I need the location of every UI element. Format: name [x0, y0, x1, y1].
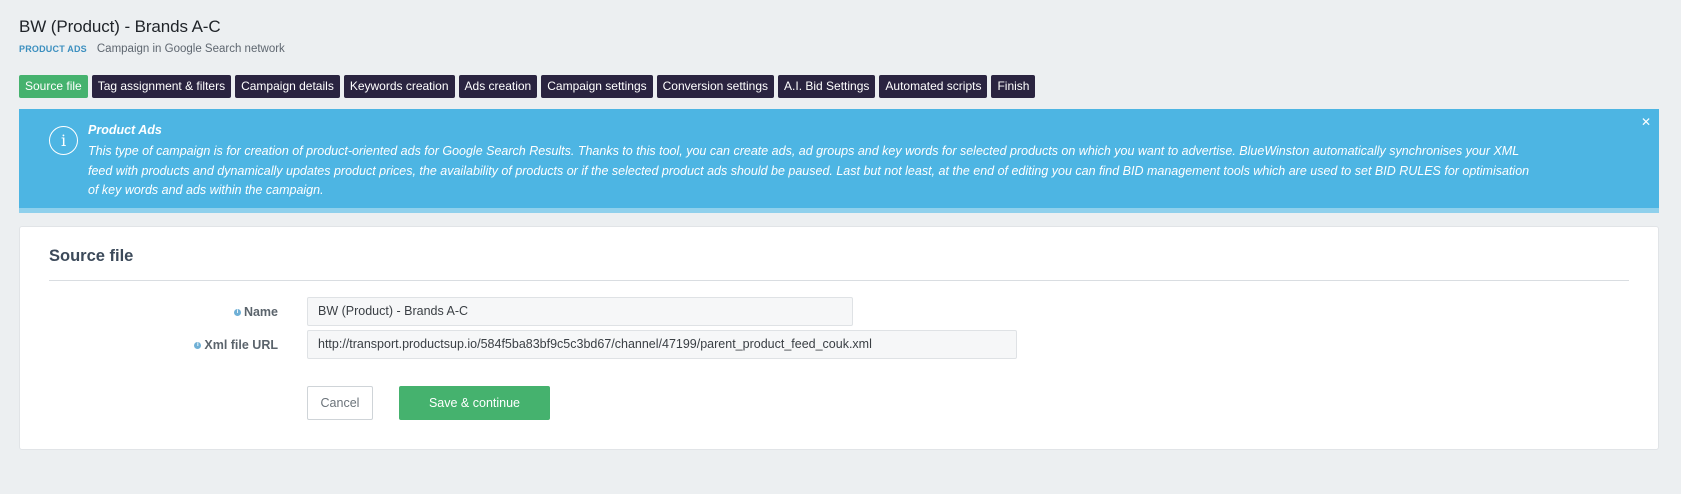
- tab-tag-assignment[interactable]: Tag assignment & filters: [91, 75, 232, 98]
- info-icon: i: [49, 126, 78, 155]
- xml-url-field[interactable]: http://transport.productsup.io/584f5ba83…: [307, 330, 1017, 359]
- page-subtitle-row: PRODUCT ADS Campaign in Google Search ne…: [19, 43, 285, 55]
- source-file-card: Source file i Name BW (Product) - Brands…: [19, 226, 1659, 450]
- page-subtitle: Campaign in Google Search network: [96, 43, 285, 55]
- wizard-tabs: Source file Tag assignment & filters Cam…: [19, 75, 1036, 98]
- xml-url-label-text: Xml file URL: [204, 338, 278, 352]
- tab-automated-scripts[interactable]: Automated scripts: [879, 75, 988, 98]
- tab-campaign-details[interactable]: Campaign details: [235, 75, 340, 98]
- save-continue-button[interactable]: Save & continue: [399, 386, 550, 420]
- tab-ai-bid-settings[interactable]: A.I. Bid Settings: [778, 75, 876, 98]
- section-title: Source file: [49, 247, 134, 265]
- page-title: BW (Product) - Brands A-C: [19, 17, 221, 36]
- tab-finish[interactable]: Finish: [991, 75, 1036, 98]
- name-label: i Name: [0, 305, 278, 319]
- alert-title: Product Ads: [88, 123, 162, 137]
- info-icon[interactable]: i: [233, 308, 241, 316]
- divider: [49, 280, 1629, 281]
- page-header: BW (Product) - Brands A-C PRODUCT ADS Ca…: [19, 17, 285, 55]
- tab-campaign-settings[interactable]: Campaign settings: [541, 75, 653, 98]
- info-icon[interactable]: i: [194, 341, 202, 349]
- close-icon[interactable]: ✕: [1641, 115, 1651, 129]
- name-label-text: Name: [243, 305, 278, 319]
- tab-conversion-settings[interactable]: Conversion settings: [656, 75, 775, 98]
- alert-text: This type of campaign is for creation of…: [88, 144, 1530, 197]
- page: BW (Product) - Brands A-C PRODUCT ADS Ca…: [0, 0, 1681, 494]
- tab-keywords-creation[interactable]: Keywords creation: [343, 75, 455, 98]
- xml-url-label: i Xml file URL: [0, 338, 278, 352]
- tab-ads-creation[interactable]: Ads creation: [458, 75, 538, 98]
- campaign-type-badge: PRODUCT ADS: [19, 44, 87, 54]
- info-alert: i Product Ads This type of campaign is f…: [19, 109, 1659, 213]
- cancel-button[interactable]: Cancel: [307, 386, 373, 420]
- tab-source-file[interactable]: Source file: [19, 75, 88, 98]
- name-field[interactable]: BW (Product) - Brands A-C: [307, 297, 853, 326]
